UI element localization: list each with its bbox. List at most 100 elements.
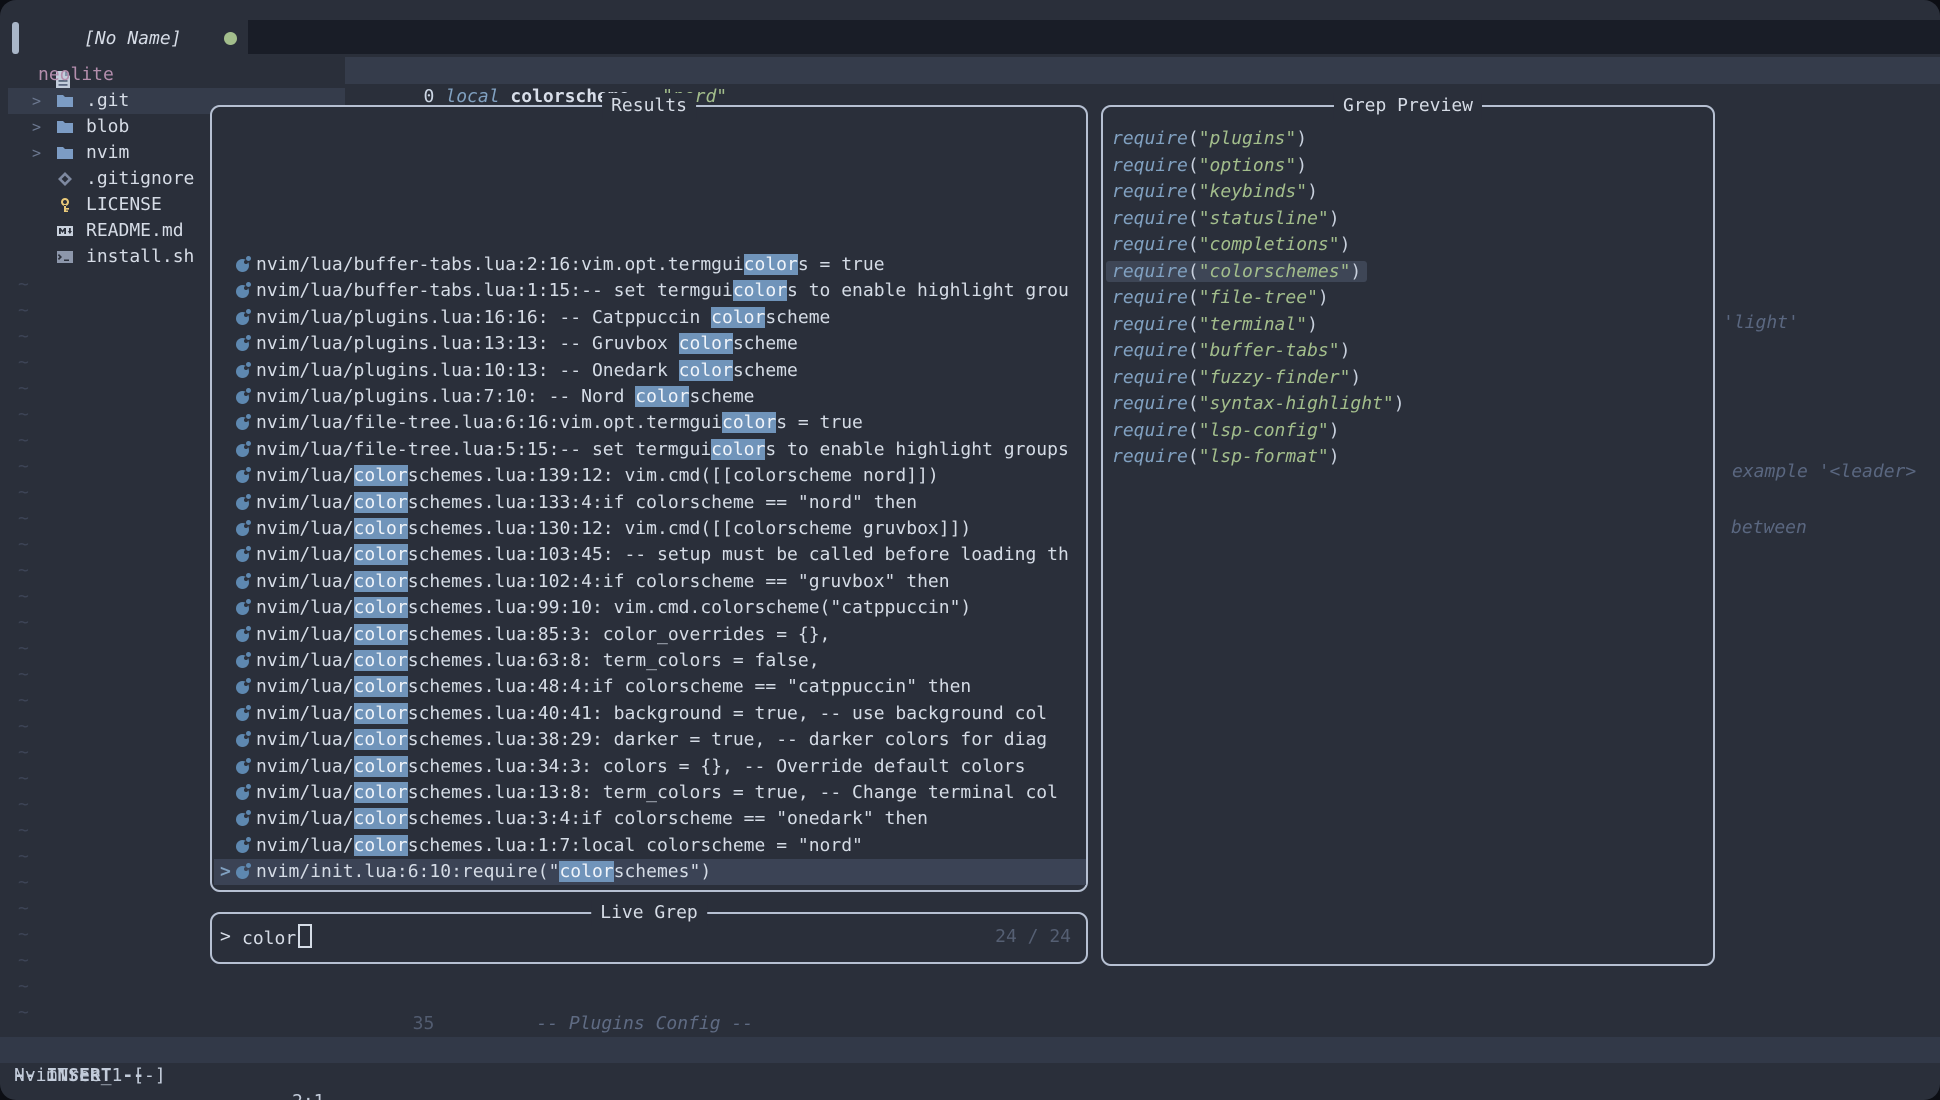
- token: "lsp-format": [1199, 446, 1329, 467]
- match-after: schemes.lua:48:4:if colorscheme == "catp…: [408, 676, 972, 697]
- empty-line-tilde: ~: [18, 740, 29, 766]
- match-before: nvim/init.lua:6:10:require(": [256, 861, 559, 882]
- result-row[interactable]: nvim/lua/colorschemes.lua:99:10: vim.cmd…: [214, 595, 1086, 621]
- empty-line-tilde: ~: [18, 896, 29, 922]
- match-after: schemes.lua:13:8: term_colors = true, --…: [408, 782, 1058, 803]
- match-after: schemes.lua:1:7:local colorscheme = "nor…: [408, 835, 863, 856]
- match-before: nvim/lua/: [256, 676, 354, 697]
- result-row[interactable]: nvim/lua/file-tree.lua:6:16:vim.opt.term…: [214, 410, 1086, 436]
- result-row[interactable]: nvim/lua/plugins.lua:7:10: -- Nord color…: [214, 384, 1086, 410]
- result-row[interactable]: nvim/lua/buffer-tabs.lua:1:15:-- set ter…: [214, 278, 1086, 304]
- preview-line-content: require("syntax-highlight"): [1112, 393, 1405, 414]
- lua-file-icon: [236, 312, 249, 325]
- result-row[interactable]: nvim/lua/plugins.lua:10:13: -- Onedark c…: [214, 358, 1086, 384]
- match-highlight: color: [354, 808, 408, 829]
- filetree-item-label: blob: [86, 114, 129, 140]
- lua-file-icon: [236, 259, 249, 272]
- result-row[interactable]: >nvim/init.lua:6:10:require("colorscheme…: [214, 859, 1086, 885]
- result-text: nvim/lua/file-tree.lua:6:16:vim.opt.term…: [256, 410, 863, 436]
- result-text: nvim/lua/colorschemes.lua:34:3: colors =…: [256, 754, 1025, 780]
- result-row[interactable]: nvim/lua/colorschemes.lua:85:3: color_ov…: [214, 622, 1086, 648]
- result-row[interactable]: nvim/lua/colorschemes.lua:3:4:if colorsc…: [214, 806, 1086, 832]
- match-after: schemes.lua:38:29: darker = true, -- dar…: [408, 729, 1047, 750]
- result-row[interactable]: nvim/lua/colorschemes.lua:48:4:if colors…: [214, 674, 1086, 700]
- result-row[interactable]: nvim/lua/colorschemes.lua:40:41: backgro…: [214, 701, 1086, 727]
- match-before: nvim/lua/: [256, 624, 354, 645]
- token: ): [1318, 287, 1329, 308]
- match-after: scheme: [733, 333, 798, 354]
- token: ): [1329, 208, 1340, 229]
- empty-line-tilde: ~: [18, 532, 29, 558]
- result-row[interactable]: nvim/lua/colorschemes.lua:34:3: colors =…: [214, 754, 1086, 780]
- token: (: [1188, 314, 1199, 335]
- result-text: nvim/lua/plugins.lua:16:16: -- Catppucci…: [256, 305, 830, 331]
- preview-line: require("buffer-tabs"): [1112, 337, 1350, 364]
- preview-line: require("lsp-config"): [1112, 417, 1340, 444]
- token: ): [1340, 234, 1351, 255]
- match-after: s to enable highlight grou: [787, 280, 1069, 301]
- match-before: nvim/lua/: [256, 465, 354, 486]
- token: (: [1188, 261, 1199, 282]
- token: "options": [1199, 155, 1297, 176]
- preview-line: require("completions"): [1112, 231, 1350, 258]
- live-grep-window: Live Grep > color 24 / 24: [210, 912, 1088, 964]
- result-row[interactable]: nvim/lua/file-tree.lua:5:15:-- set termg…: [214, 437, 1086, 463]
- token: (: [1188, 446, 1199, 467]
- result-row[interactable]: nvim/lua/colorschemes.lua:130:12: vim.cm…: [214, 516, 1086, 542]
- token: ): [1296, 128, 1307, 149]
- tab-title[interactable]: [No Name]: [84, 26, 182, 52]
- mode-indicator: -- INSERT --: [14, 1063, 144, 1089]
- preview-line-content: require("buffer-tabs"): [1112, 340, 1350, 361]
- filetree-root[interactable]: neolite: [38, 62, 114, 88]
- match-before: nvim/lua/: [256, 782, 354, 803]
- result-row[interactable]: nvim/lua/colorschemes.lua:1:7:local colo…: [214, 833, 1086, 859]
- match-after: schemes.lua:102:4:if colorscheme == "gru…: [408, 571, 950, 592]
- lua-file-icon: [236, 497, 249, 510]
- token: "fuzzy-finder": [1199, 367, 1351, 388]
- editor-line-36: 36diagnostics = {: [345, 1011, 699, 1037]
- empty-line-tilde: ~: [18, 376, 29, 402]
- editor-line-35: 35-- Plugins Config --: [345, 985, 753, 1011]
- search-input[interactable]: color: [242, 924, 312, 950]
- editor-line-current[interactable]: 0local colorscheme = "nord": [345, 58, 727, 84]
- tabline-fill: [248, 20, 1940, 54]
- result-row[interactable]: nvim/lua/colorschemes.lua:103:45: -- set…: [214, 542, 1086, 568]
- preview-line-content: require("completions"): [1112, 234, 1350, 255]
- grep-preview-window: Grep Preview require("plugins")require("…: [1101, 105, 1715, 966]
- result-text: nvim/lua/colorschemes.lua:3:4:if colorsc…: [256, 806, 928, 832]
- empty-line-tilde: ~: [18, 1000, 29, 1026]
- token: "buffer-tabs": [1199, 340, 1340, 361]
- empty-line-tilde: ~: [18, 298, 29, 324]
- preview-line-content: require("lsp-format"): [1112, 446, 1340, 467]
- result-text: nvim/lua/plugins.lua:10:13: -- Onedark c…: [256, 358, 798, 384]
- cursor-block: [298, 924, 312, 948]
- result-row[interactable]: nvim/lua/colorschemes.lua:63:8: term_col…: [214, 648, 1086, 674]
- result-row[interactable]: nvim/lua/colorschemes.lua:133:4:if color…: [214, 490, 1086, 516]
- filetree-item-label: .gitignore: [86, 166, 194, 192]
- token: "statusline": [1199, 208, 1329, 229]
- token: "plugins": [1199, 128, 1297, 149]
- result-row[interactable]: nvim/lua/buffer-tabs.lua:2:16:vim.opt.te…: [214, 252, 1086, 278]
- result-row[interactable]: nvim/lua/colorschemes.lua:38:29: darker …: [214, 727, 1086, 753]
- preview-line: require("options"): [1112, 152, 1307, 179]
- token: ): [1340, 340, 1351, 361]
- lua-file-icon: [236, 708, 249, 721]
- filetree-item-label: README.md: [86, 218, 184, 244]
- result-row[interactable]: nvim/lua/colorschemes.lua:13:8: term_col…: [214, 780, 1086, 806]
- empty-line-tilde: ~: [18, 584, 29, 610]
- filetree-item-label: .git: [86, 88, 129, 114]
- lua-file-icon: [236, 444, 249, 457]
- result-row[interactable]: nvim/lua/colorschemes.lua:139:12: vim.cm…: [214, 463, 1086, 489]
- match-after: scheme: [765, 307, 830, 328]
- token: require: [1112, 446, 1188, 467]
- token: require: [1112, 155, 1188, 176]
- match-highlight: color: [354, 703, 408, 724]
- chevron-right-icon: >: [32, 140, 41, 166]
- result-row[interactable]: nvim/lua/colorschemes.lua:102:4:if color…: [214, 569, 1086, 595]
- result-text: nvim/lua/colorschemes.lua:63:8: term_col…: [256, 648, 820, 674]
- match-after: s to enable highlight groups: [765, 439, 1068, 460]
- result-row[interactable]: nvim/lua/plugins.lua:16:16: -- Catppucci…: [214, 305, 1086, 331]
- empty-line-tilde: ~: [18, 948, 29, 974]
- token: require: [1112, 181, 1188, 202]
- result-row[interactable]: nvim/lua/plugins.lua:13:13: -- Gruvbox c…: [214, 331, 1086, 357]
